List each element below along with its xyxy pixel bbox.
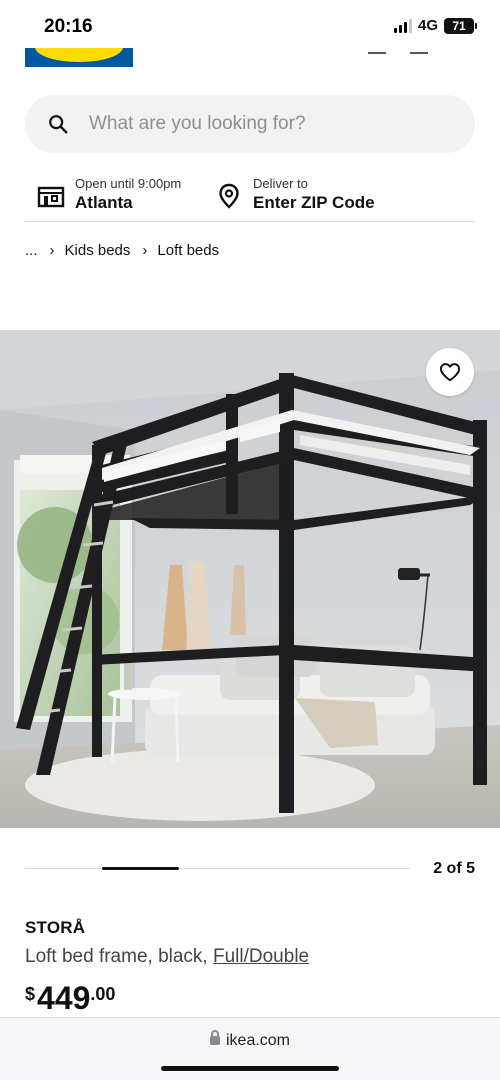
signal-icon bbox=[393, 18, 412, 33]
store-hours: Open until 9:00pm bbox=[75, 176, 182, 191]
cart-icon[interactable] bbox=[410, 44, 428, 54]
lock-icon bbox=[209, 1030, 220, 1045]
chevron-right-icon: › bbox=[142, 242, 148, 259]
image-carousel-indicator: 2 of 5 bbox=[25, 858, 475, 882]
store-selector[interactable]: Open until 9:00pm Atlanta bbox=[37, 176, 181, 213]
store-name: Atlanta bbox=[75, 193, 133, 212]
product-name: STORÅ bbox=[25, 918, 86, 937]
ikea-logo[interactable] bbox=[25, 48, 133, 67]
carousel-thumb[interactable] bbox=[102, 867, 179, 870]
browser-address-bar[interactable]: ikea.com bbox=[0, 1017, 500, 1080]
search-icon bbox=[49, 115, 68, 134]
url-text: ikea.com bbox=[225, 1032, 291, 1049]
product-price: $ 449 .00 bbox=[25, 980, 115, 1016]
price-currency: $ bbox=[25, 984, 36, 1004]
breadcrumb-kids-beds[interactable]: Kids beds bbox=[65, 242, 131, 259]
breadcrumb: ... › Kids beds › Loft beds bbox=[25, 242, 219, 259]
zip-code-link[interactable]: Enter ZIP Code bbox=[253, 193, 375, 213]
product-type: Loft bed frame, black, bbox=[25, 946, 213, 967]
network-type: 4G bbox=[417, 17, 438, 34]
size-link[interactable]: Full/Double bbox=[213, 946, 309, 967]
price-decimal: .00 bbox=[90, 984, 116, 1004]
image-counter: 2 of 5 bbox=[433, 860, 475, 877]
location-pin-icon bbox=[219, 183, 239, 209]
status-bar: 20:16 4G 71 bbox=[0, 0, 500, 50]
search-input[interactable] bbox=[89, 113, 419, 135]
carousel-track[interactable] bbox=[25, 868, 410, 869]
chevron-right-icon: › bbox=[49, 242, 55, 259]
deliver-label: Deliver to bbox=[253, 176, 308, 191]
breadcrumb-loft-beds[interactable]: Loft beds bbox=[157, 242, 219, 259]
delivery-selector[interactable]: Deliver to Enter ZIP Code bbox=[215, 176, 375, 213]
store-icon bbox=[37, 186, 65, 208]
price-integer: 449 bbox=[37, 980, 91, 1016]
favorite-button[interactable] bbox=[426, 348, 474, 396]
breadcrumb-ellipsis[interactable]: ... bbox=[25, 242, 38, 259]
search-bar[interactable] bbox=[25, 95, 475, 153]
location-row: Open until 9:00pm Atlanta Deliver to Ent… bbox=[25, 172, 475, 222]
home-indicator bbox=[161, 1066, 339, 1071]
url-display[interactable]: ikea.com bbox=[0, 1030, 500, 1050]
loft-bed-photo bbox=[0, 330, 500, 828]
product-description: Loft bed frame, black, Full/Double bbox=[25, 946, 309, 968]
product-image[interactable] bbox=[0, 330, 500, 828]
header-icons bbox=[368, 44, 428, 54]
battery-icon: 71 bbox=[444, 17, 477, 34]
profile-icon[interactable] bbox=[368, 44, 386, 54]
status-indicators: 4G 71 bbox=[393, 17, 477, 34]
status-time: 20:16 bbox=[44, 16, 93, 37]
heart-icon bbox=[439, 363, 461, 382]
